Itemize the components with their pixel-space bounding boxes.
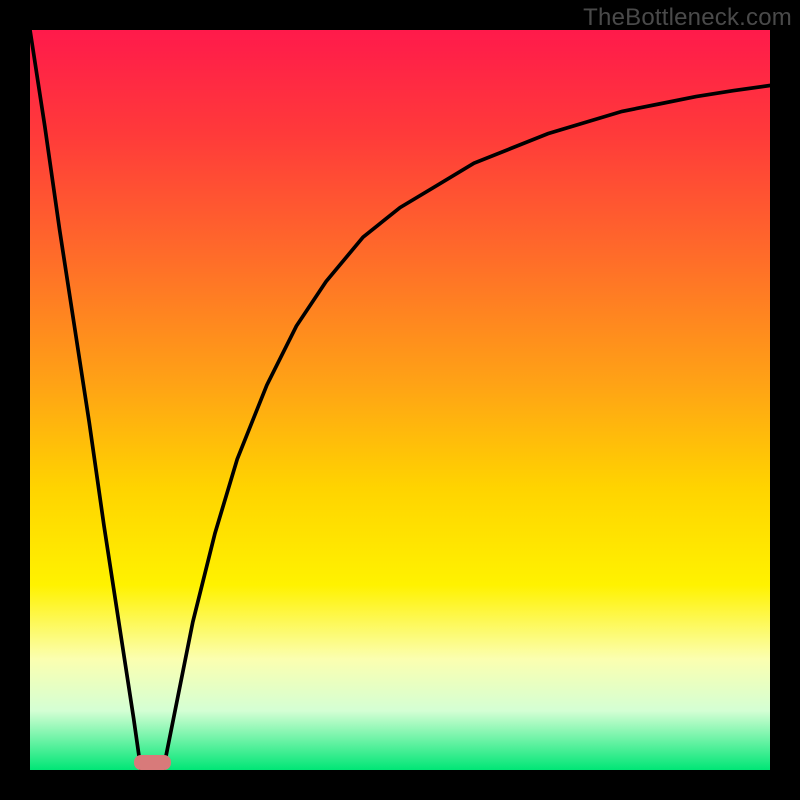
chart-frame: TheBottleneck.com xyxy=(0,0,800,800)
curve-layer xyxy=(30,30,770,770)
bottleneck-marker xyxy=(134,755,171,770)
watermark-text: TheBottleneck.com xyxy=(583,4,792,32)
curve-right-branch xyxy=(163,86,770,771)
plot-area xyxy=(30,30,770,770)
curve-left-branch xyxy=(30,30,141,770)
